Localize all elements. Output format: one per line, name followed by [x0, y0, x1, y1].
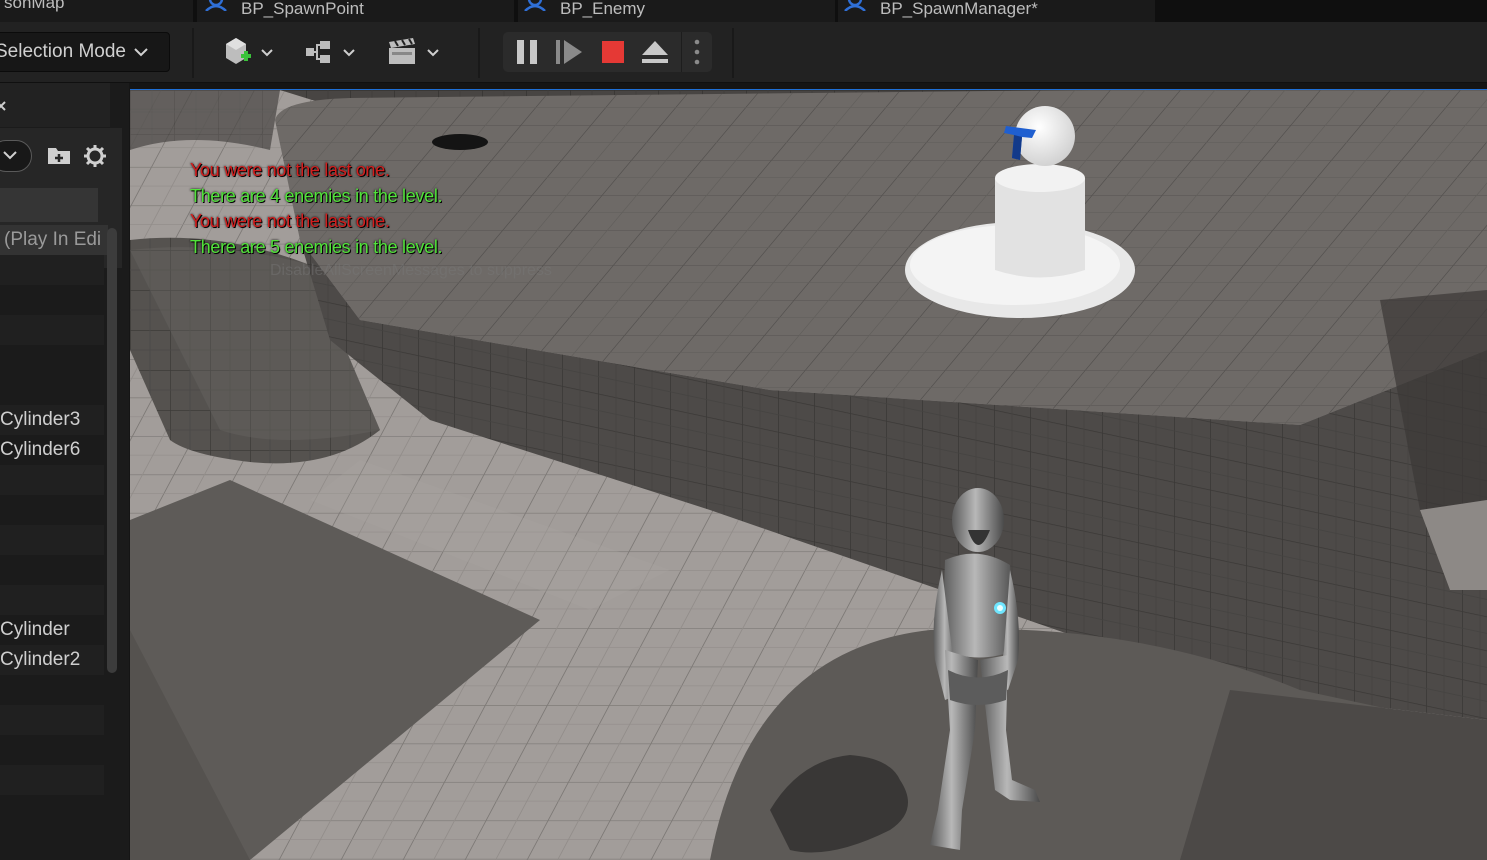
cinematics-menu-button[interactable]: [384, 34, 444, 70]
on-screen-debug-messages: You were not the last one. There are 4 e…: [190, 158, 443, 260]
eject-icon: [642, 41, 668, 63]
document-tab-bar: sonMap BP_SpawnPoint BP_Enemy BP_SpawnMa…: [0, 0, 1487, 22]
pause-button[interactable]: [509, 34, 545, 70]
list-item[interactable]: [0, 735, 104, 765]
filter-dropdown[interactable]: [0, 140, 32, 172]
list-item[interactable]: [0, 585, 104, 615]
main-toolbar: Selection Mode: [0, 22, 1487, 83]
blueprints-menu-button[interactable]: [302, 34, 362, 70]
blueprint-class-icon: [524, 0, 546, 12]
list-item[interactable]: [0, 555, 104, 585]
play-controls: [503, 32, 712, 72]
list-item[interactable]: Cylinder3: [0, 405, 104, 435]
toolbar-divider: [478, 28, 480, 78]
blueprint-icon: [306, 41, 355, 63]
suppress-hint: DisableAllScreenMessages to suppress: [270, 262, 552, 279]
list-item[interactable]: Cylinder: [0, 615, 104, 645]
list-item[interactable]: [0, 255, 104, 285]
list-item[interactable]: [0, 795, 104, 825]
more-options-icon: [694, 39, 700, 65]
pause-icon: [517, 40, 537, 64]
eject-button[interactable]: [637, 34, 673, 70]
debug-message: There are 5 enemies in the level.: [190, 236, 443, 257]
tab-label: BP_SpawnManager*: [880, 0, 1038, 18]
tab-label: sonMap: [4, 0, 65, 12]
debug-message: There are 4 enemies in the level.: [190, 185, 443, 206]
selection-mode-dropdown[interactable]: Selection Mode: [0, 32, 170, 72]
stop-icon: [602, 41, 624, 63]
tab-bp-spawnpoint[interactable]: BP_SpawnPoint: [197, 0, 514, 22]
selection-mode-label: Selection Mode: [0, 41, 126, 62]
tab-label: BP_SpawnPoint: [241, 0, 364, 18]
tab-bp-spawnmanager[interactable]: BP_SpawnManager*: [838, 0, 1155, 22]
list-item[interactable]: [0, 495, 104, 525]
debug-message: You were not the last one.: [190, 160, 390, 180]
chevron-down-icon: [134, 48, 148, 57]
list-item[interactable]: [0, 285, 104, 315]
blueprint-class-icon: [205, 0, 227, 12]
toolbar-divider: [681, 32, 682, 72]
debug-message: You were not the last one.: [190, 211, 390, 231]
list-item[interactable]: [0, 765, 104, 795]
tab-level-map[interactable]: sonMap: [0, 0, 193, 22]
add-actor-icon: [226, 38, 273, 64]
list-item[interactable]: [0, 465, 104, 495]
cinematics-icon: [389, 38, 439, 64]
outliner-scrollbar[interactable]: [107, 228, 117, 673]
tab-bp-enemy[interactable]: BP_Enemy: [518, 0, 835, 22]
tab-label: BP_Enemy: [560, 0, 646, 18]
outliner-tab-header: [0, 83, 110, 127]
chevron-down-icon: [3, 151, 17, 160]
list-item[interactable]: [0, 525, 104, 555]
add-actor-button[interactable]: [220, 34, 280, 70]
blueprint-class-icon: [844, 0, 866, 12]
stop-button[interactable]: [595, 34, 631, 70]
close-icon[interactable]: [0, 101, 8, 113]
play-options-button[interactable]: [684, 34, 710, 70]
skip-frame-icon: [556, 40, 582, 64]
add-folder-icon[interactable]: [47, 145, 71, 165]
list-item[interactable]: [0, 315, 104, 345]
toolbar-divider: [192, 28, 194, 78]
list-item[interactable]: [0, 345, 104, 375]
toolbar-divider: [732, 28, 734, 78]
search-box[interactable]: [0, 188, 98, 222]
skip-frame-button[interactable]: [551, 34, 587, 70]
list-item[interactable]: [0, 705, 104, 735]
list-item[interactable]: Cylinder6: [0, 435, 104, 465]
list-item[interactable]: Cylinder2: [0, 645, 104, 675]
world-outliner-panel: (Play In Edi Cylinder3 Cylinder6 Cylinde…: [0, 83, 129, 860]
list-item[interactable]: (Play In Edi: [0, 225, 108, 255]
gear-icon[interactable]: [83, 144, 107, 168]
level-viewport[interactable]: You were not the last one. There are 4 e…: [130, 90, 1487, 860]
list-item[interactable]: [0, 675, 104, 705]
